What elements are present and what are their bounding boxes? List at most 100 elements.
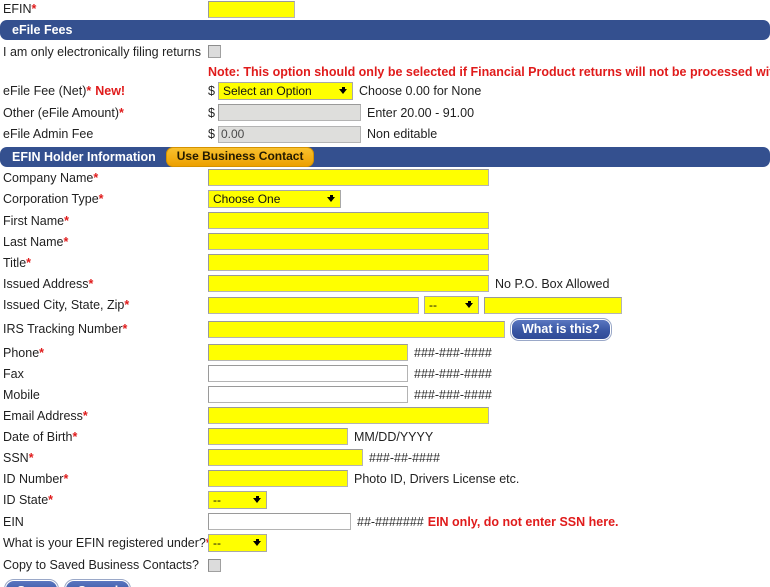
row-copy-to-saved-contacts: Copy to Saved Business Contacts? (0, 554, 770, 576)
issued-address-input[interactable] (208, 275, 489, 292)
label-date-of-birth: Date of Birth* (0, 430, 208, 444)
corporation-type-select[interactable]: Choose One (208, 190, 341, 208)
other-efile-amount-input[interactable] (218, 104, 361, 121)
first-name-input[interactable] (208, 212, 489, 229)
label-issued-address-text: Issued Address (3, 276, 89, 291)
label-issued-city-state-zip: Issued City, State, Zip* (0, 298, 208, 312)
efile-fee-net-select-value: Select an Option (223, 84, 312, 98)
last-name-input[interactable] (208, 233, 489, 250)
label-fax: Fax (3, 366, 24, 381)
row-irs-tracking-number: IRS Tracking Number* What is this? (0, 316, 770, 342)
electronic-filing-only-checkbox[interactable] (208, 45, 221, 58)
label-title: Title* (0, 256, 208, 270)
label-efin: EFIN* (0, 2, 208, 16)
required-marker: * (98, 192, 104, 206)
label-first-name-text: First Name (3, 213, 65, 228)
efile-admin-fee-hint: Non editable (367, 127, 438, 141)
fax-input[interactable] (208, 365, 408, 382)
form-actions: Save Cancel (0, 576, 770, 587)
chevron-down-icon (327, 195, 335, 202)
label-id-state: ID State* (0, 493, 208, 507)
title-input[interactable] (208, 254, 489, 271)
label-first-name: First Name* (0, 214, 208, 228)
email-address-input[interactable] (208, 407, 489, 424)
row-issued-city-state-zip: Issued City, State, Zip* -- (0, 294, 770, 316)
efin-input[interactable] (208, 0, 295, 18)
label-issued-city-state-zip-text: Issued City, State, Zip (3, 298, 125, 312)
label-date-of-birth-text: Date of Birth (3, 429, 73, 444)
ssn-input[interactable] (208, 449, 363, 466)
row-efile-admin-fee: eFile Admin Fee $ Non editable (0, 123, 770, 145)
id-number-hint: Photo ID, Drivers License etc. (354, 471, 520, 486)
ein-format-hint: ##-####### (357, 514, 424, 529)
issued-state-select[interactable]: -- (424, 296, 479, 314)
required-marker: * (31, 2, 37, 16)
row-id-number: ID Number* Photo ID, Drivers License etc… (0, 468, 770, 489)
label-other-efile-amount: Other (eFile Amount)* (0, 106, 208, 120)
efin-note-text: Note: This option should only be selecte… (208, 64, 770, 79)
required-marker: * (119, 105, 124, 120)
section-title-efin-holder: EFIN Holder Information (12, 150, 156, 164)
label-phone: Phone* (0, 346, 208, 360)
issued-address-hint: No P.O. Box Allowed (495, 276, 610, 291)
label-efile-admin-fee: eFile Admin Fee (3, 127, 94, 141)
currency-symbol: $ (208, 84, 215, 98)
row-ein: EIN ##-####### EIN only, do not enter SS… (0, 511, 770, 532)
efile-fee-net-select[interactable]: Select an Option (218, 82, 353, 100)
label-ssn: SSN* (0, 451, 208, 465)
id-number-input[interactable] (208, 470, 348, 487)
required-marker: * (88, 276, 94, 291)
ein-input[interactable] (208, 513, 351, 530)
use-business-contact-button[interactable]: Use Business Contact (165, 147, 315, 167)
section-bar-efin-holder: EFIN Holder Information Use Business Con… (0, 147, 770, 167)
row-issued-address: Issued Address* No P.O. Box Allowed (0, 273, 770, 294)
row-efin-note: Note: This option should only be selecte… (0, 63, 770, 80)
required-marker: * (48, 493, 54, 507)
row-corporation-type: Corporation Type* Choose One (0, 188, 770, 210)
efin-registered-under-select-value: -- (213, 536, 221, 550)
phone-input[interactable] (208, 344, 408, 361)
issued-zip-input[interactable] (484, 296, 622, 314)
mobile-format-hint: ###-###-#### (414, 387, 492, 402)
issued-state-select-value: -- (429, 298, 437, 312)
company-name-input[interactable] (208, 169, 489, 186)
label-corporation-type: Corporation Type* (0, 192, 208, 206)
label-corporation-type-text: Corporation Type (3, 192, 99, 206)
section-title-efile-fees: eFile Fees (12, 23, 73, 37)
corporation-type-select-value: Choose One (213, 192, 281, 206)
label-other-efile-amount-text: Other (eFile Amount) (3, 105, 120, 120)
required-marker: * (39, 345, 45, 360)
phone-format-hint: ###-###-#### (414, 345, 492, 360)
row-date-of-birth: Date of Birth* MM/DD/YYYY (0, 426, 770, 447)
irs-tracking-number-input[interactable] (208, 320, 505, 338)
mobile-input[interactable] (208, 386, 408, 403)
efin-registered-under-select[interactable]: -- (208, 534, 267, 552)
required-marker: * (26, 255, 32, 270)
row-fax: Fax ###-###-#### (0, 363, 770, 384)
copy-to-saved-contacts-checkbox[interactable] (208, 558, 221, 572)
label-efile-fee-net-text: eFile Fee (Net) (3, 84, 87, 98)
row-title: Title* (0, 252, 770, 273)
save-button[interactable]: Save (3, 578, 60, 587)
row-mobile: Mobile ###-###-#### (0, 384, 770, 405)
label-copy-to-saved-contacts: Copy to Saved Business Contacts? (3, 558, 199, 572)
id-state-select-value: -- (213, 493, 221, 507)
label-company-name-text: Company Name (3, 170, 94, 185)
row-efin: EFIN* (0, 0, 770, 18)
label-issued-address: Issued Address* (0, 277, 208, 291)
fax-format-hint: ###-###-#### (414, 366, 492, 381)
id-state-select[interactable]: -- (208, 491, 267, 509)
what-is-this-button[interactable]: What is this? (510, 317, 612, 341)
label-efile-fee-net: eFile Fee (Net)* New! (0, 84, 208, 98)
new-badge: New! (95, 84, 126, 98)
issued-city-input[interactable] (208, 296, 419, 314)
required-marker: * (28, 450, 34, 465)
date-of-birth-hint: MM/DD/YYYY (354, 429, 434, 444)
date-of-birth-input[interactable] (208, 428, 348, 445)
required-marker: * (63, 471, 69, 486)
required-marker: * (86, 84, 92, 98)
row-company-name: Company Name* (0, 167, 770, 188)
row-first-name: First Name* (0, 210, 770, 231)
cancel-button[interactable]: Cancel (64, 578, 132, 587)
required-marker: * (93, 170, 99, 185)
